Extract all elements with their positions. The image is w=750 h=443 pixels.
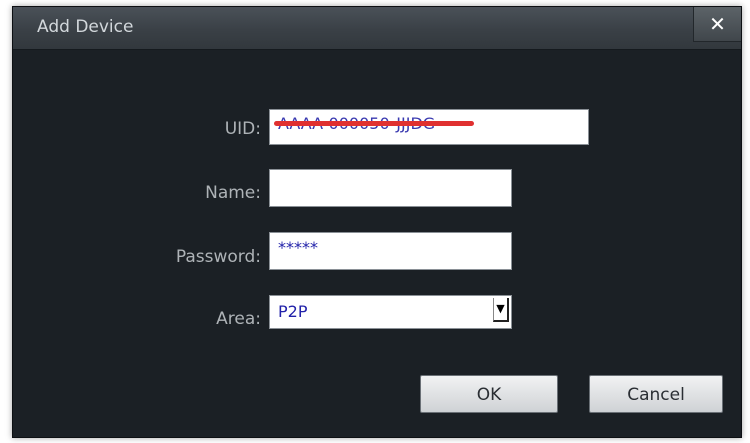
area-label: Area: [216,309,261,329]
title-bar[interactable]: Add Device ✕ [13,7,741,50]
area-value: P2P [278,302,308,321]
ok-button[interactable]: OK [420,375,558,413]
close-button[interactable]: ✕ [693,7,741,42]
password-value: ***** [278,238,318,257]
uid-input[interactable]: AAAA-000050-JJJDG [269,109,589,145]
area-select[interactable]: P2P ▼ [269,295,512,329]
add-device-dialog: Add Device ✕ UID: AAAA-000050-JJJDG Name… [12,6,742,438]
name-label: Name: [205,183,261,203]
close-icon: ✕ [709,12,726,36]
name-input[interactable] [269,169,512,207]
password-input[interactable]: ***** [269,232,512,270]
cancel-button[interactable]: Cancel [589,375,723,413]
uid-label: UID: [224,119,261,139]
password-label: Password: [175,247,261,267]
uid-redaction-mark [274,121,474,126]
chevron-down-icon[interactable]: ▼ [493,298,509,322]
dialog-title: Add Device [37,17,134,37]
